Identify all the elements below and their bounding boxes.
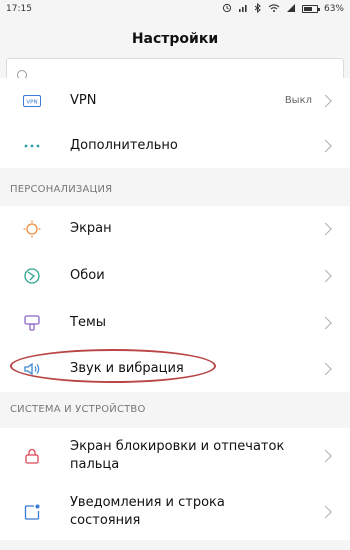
chevron-right-icon [319,362,332,376]
chevron-right-icon [319,449,332,463]
status-bar: 17:15 63% [0,0,350,18]
settings-item-label: Темы [70,314,107,330]
section-header-system: СИСТЕМА И УСТРОЙСТВО [10,404,146,415]
battery-icon [301,5,320,13]
settings-item-screen[interactable]: Экран [0,206,350,252]
wallpaper-icon [22,266,42,286]
settings-item-themes[interactable]: Темы [0,299,350,346]
cell-signal-icon [286,3,296,16]
chevron-right-icon [319,505,332,519]
chevron-right-icon [319,94,332,107]
settings-item-label: Экран блокировки и отпечаток пальца [70,439,285,472]
wifi-icon [268,3,280,16]
chevron-right-icon [319,269,332,282]
settings-item-value: Выкл [284,95,312,106]
page-title: Настройки [131,31,219,47]
speaker-icon [22,359,42,379]
svg-text:VPN: VPN [26,99,37,105]
settings-item-additional[interactable]: Дополнительно [0,123,350,168]
settings-item-notifications[interactable]: Уведомления и строка состояния [0,484,350,540]
status-icons: 63% [222,2,344,16]
battery-fill [303,7,312,11]
settings-item-lockscreen[interactable]: Экран блокировки и отпечаток пальца [0,428,350,484]
system-group: Экран блокировки и отпечаток пальца Увед… [0,428,350,540]
section-header-personalization: ПЕРСОНАЛИЗАЦИЯ [10,184,113,195]
lock-icon [22,446,42,466]
settings-item-vpn[interactable]: VPN VPN Выкл [0,78,350,123]
chevron-right-icon [319,316,332,329]
alarm-icon [222,3,232,16]
settings-item-sound[interactable]: Звук и вибрация [0,346,350,392]
personalization-group: Экран Обои Темы Звук и вибрация [0,206,350,392]
screen-brightness-icon [22,219,42,239]
settings-item-label: VPN [70,92,97,108]
settings-item-label: Уведомления и строка состояния [70,495,225,528]
bluetooth-icon [254,2,262,16]
network-group: VPN VPN Выкл Дополнительно [0,78,350,168]
more-dots-icon [22,136,42,156]
vpn-icon: VPN [22,91,42,111]
status-time: 17:15 [6,4,32,14]
settings-item-label: Обои [70,267,105,283]
chevron-right-icon [319,139,332,152]
settings-item-label: Экран [70,221,112,236]
signal-icon [238,3,248,16]
battery-percent: 63% [323,4,344,14]
settings-item-label: Звук и вибрация [70,361,184,376]
settings-item-wallpaper[interactable]: Обои [0,252,350,299]
notification-icon [22,502,42,522]
settings-item-label: Дополнительно [70,137,178,153]
themes-icon [22,313,42,333]
chevron-right-icon [319,222,332,236]
